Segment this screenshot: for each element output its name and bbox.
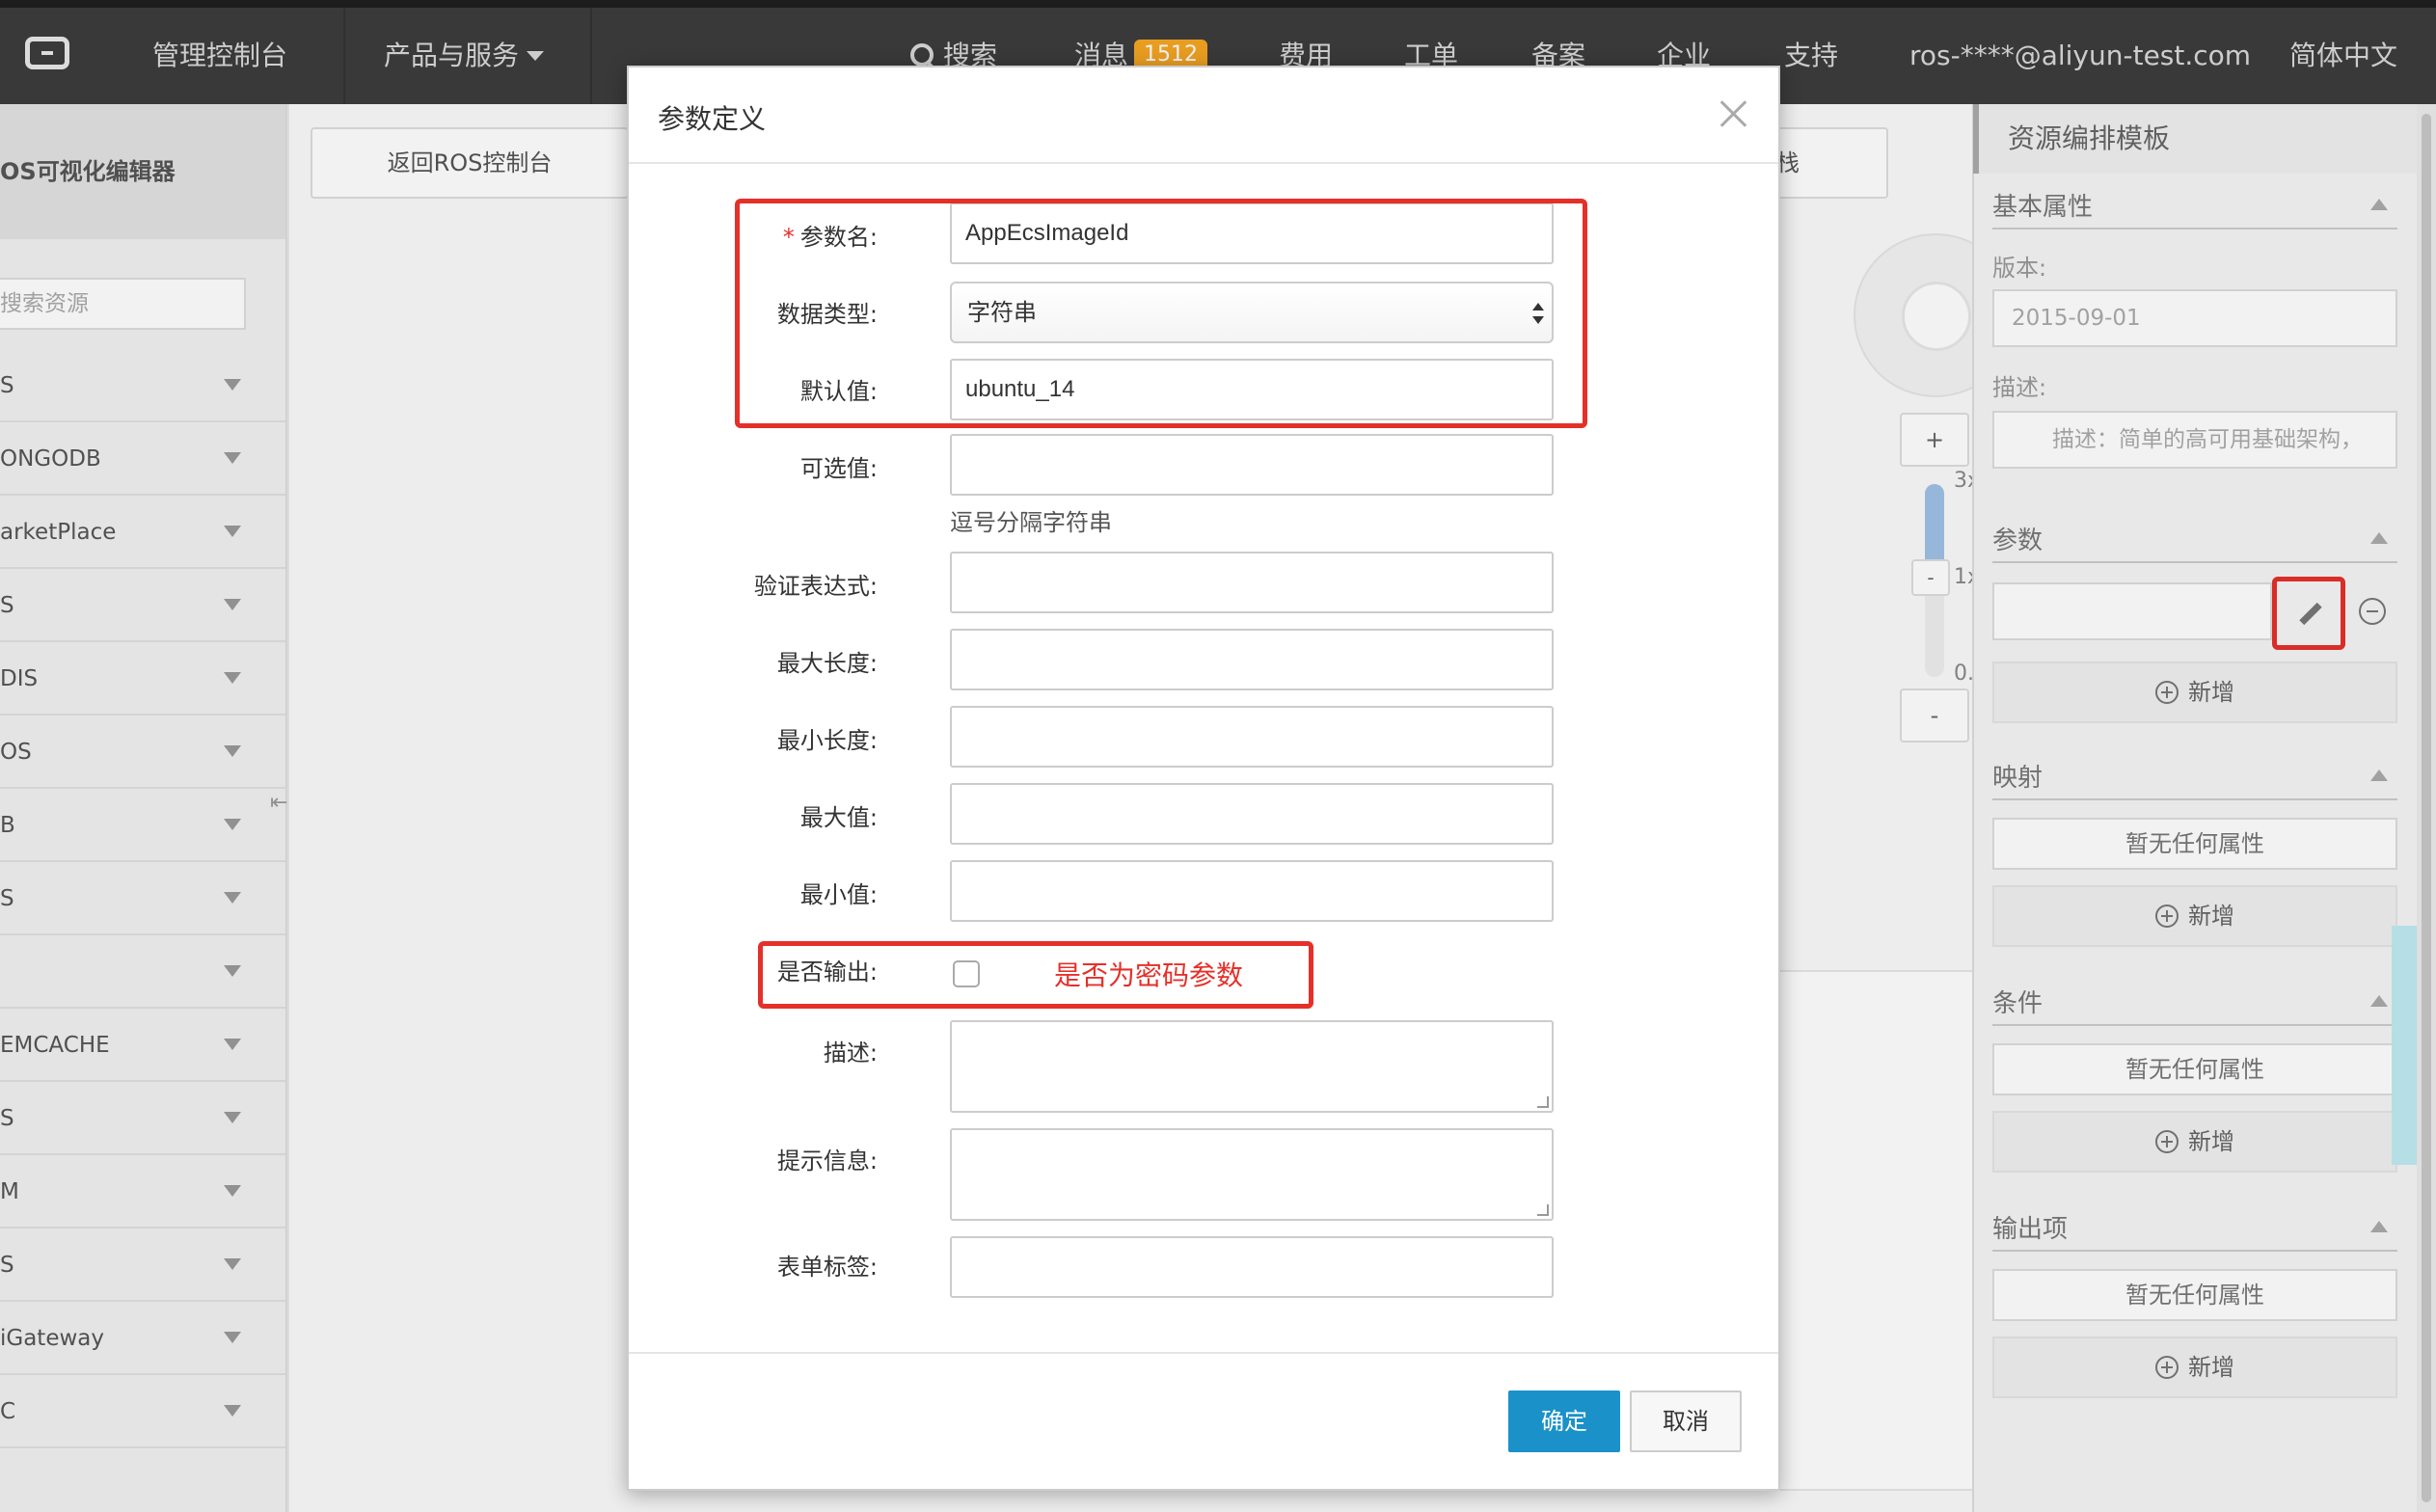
confirm-button[interactable]: 确定 — [1508, 1390, 1620, 1452]
max-length-input[interactable] — [950, 629, 1554, 690]
dialog-header: 参数定义 — [629, 68, 1778, 164]
pattern-label: 验证表达式: — [753, 573, 878, 600]
description-textarea[interactable] — [950, 1020, 1554, 1113]
highlight-box — [758, 941, 1313, 1009]
allowed-values-hint: 逗号分隔字符串 — [950, 509, 1112, 536]
max-value-label: 最大值: — [799, 804, 878, 831]
dialog-footer-divider — [629, 1352, 1778, 1354]
description-label: 描述: — [823, 1040, 878, 1066]
hint-info-label: 提示信息: — [776, 1148, 878, 1174]
max-value-input[interactable] — [950, 783, 1554, 845]
cancel-button[interactable]: 取消 — [1630, 1390, 1742, 1452]
min-length-input[interactable] — [950, 706, 1554, 768]
pattern-input[interactable] — [950, 552, 1554, 613]
allowed-values-input[interactable] — [950, 434, 1554, 496]
form-label-label: 表单标签: — [776, 1254, 878, 1281]
close-icon[interactable] — [1717, 96, 1749, 129]
highlight-box — [735, 199, 1587, 428]
min-value-input[interactable] — [950, 860, 1554, 922]
allowed-values-label: 可选值: — [799, 455, 878, 482]
max-length-label: 最大长度: — [776, 650, 878, 677]
form-label-input[interactable] — [950, 1236, 1554, 1298]
min-value-label: 最小值: — [799, 881, 878, 908]
min-length-label: 最小长度: — [776, 727, 878, 754]
dialog-title: 参数定义 — [658, 103, 767, 135]
hint-info-textarea[interactable] — [950, 1128, 1554, 1221]
